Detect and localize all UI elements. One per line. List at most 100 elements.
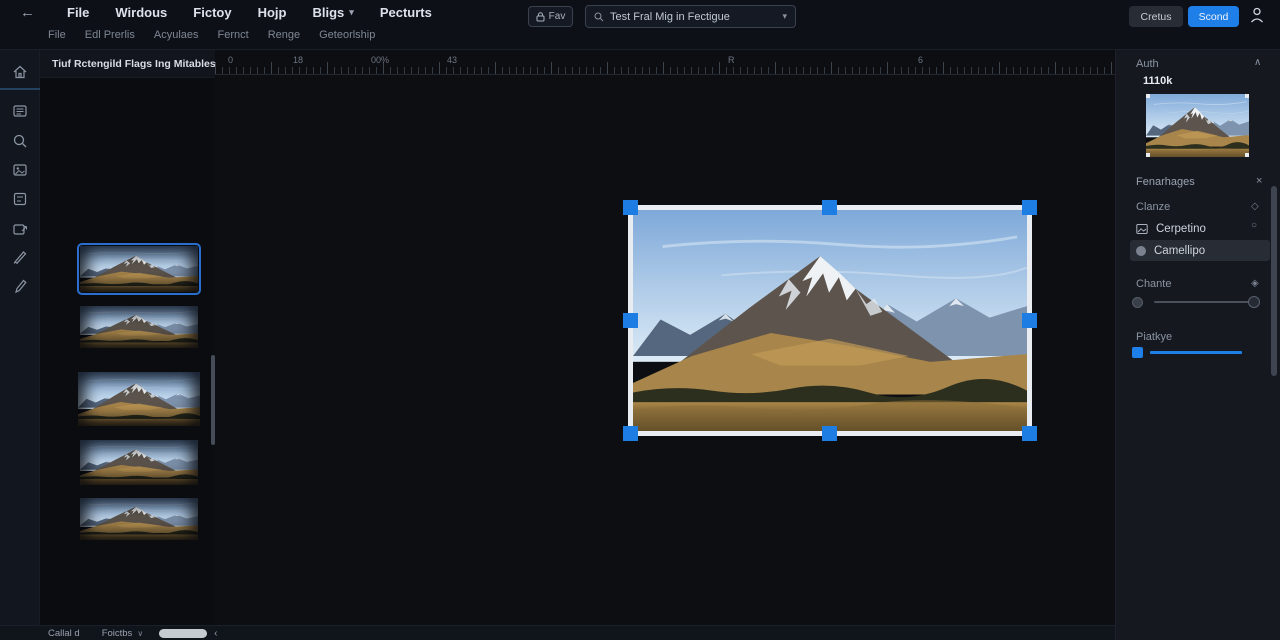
chevron-down-icon: ▾ [349,7,354,18]
lock-icon [536,12,545,22]
submenu-fernct[interactable]: Fernct [218,29,249,41]
blue-slider-track[interactable] [1150,351,1242,354]
submenu-renge[interactable]: Renge [268,29,300,41]
image-icon [1136,223,1148,235]
primary-menu-row: ← File Wirdous Fictoy Hojp Bligs ▾ Pectu… [14,4,432,21]
search-value: Test Fral Mig in Fectigue [610,11,776,23]
menu-bligs-label: Bligs [312,5,344,20]
group-options-icon[interactable]: ◇ [1251,201,1259,212]
resize-handle-top-left[interactable] [623,200,638,215]
send-button[interactable]: Scond [1188,6,1239,27]
resize-handle-bottom-middle[interactable] [822,426,837,441]
assets-panel-header: Tiuf Rctengild Flags Ing Mitables [40,50,215,78]
menu-wirdous[interactable]: Wirdous [115,5,167,20]
menu-pecturts[interactable]: Pecturts [380,5,432,20]
properties-panel: Auth ∧ 1110k Fenarhages × Clanze ◇ Cerpe… [1115,50,1280,640]
pen-icon[interactable] [11,277,29,295]
home-icon[interactable] [11,63,29,81]
image-icon[interactable] [11,161,29,179]
layers-icon[interactable] [11,102,29,120]
status-dropdown-label: Foictbs [102,628,133,639]
thumbnail-3[interactable] [78,372,200,426]
search-icon [594,12,604,22]
crop-corner-mark [1146,94,1150,98]
thumbnail-2[interactable] [80,306,198,348]
ruler-major-ticks [215,62,1115,74]
create-button[interactable]: Cretus [1129,6,1183,27]
group-options-icon[interactable]: ◈ [1251,278,1259,289]
size-label: 1110k [1143,75,1172,87]
status-bar: Callal d Foictbs ∨ ‹ [0,625,1115,640]
ruler-label: 18 [293,55,303,65]
slider-left-knob[interactable] [1132,297,1143,308]
zoom-slider[interactable] [159,629,207,638]
slider-right-knob[interactable] [1248,296,1260,308]
active-tool-indicator [0,88,40,90]
resize-handle-middle-left[interactable] [623,313,638,328]
status-label: Callal d [48,628,80,639]
secondary-menu-row: File Edl Prerlis Acyulaes Fernct Renge G… [48,29,375,41]
chevron-down-icon: ∨ [137,629,143,638]
search-dropdown[interactable]: Test Fral Mig in Fectigue ▾ [585,5,796,28]
menu-file[interactable]: File [67,5,89,20]
thumbnail-5[interactable] [80,498,198,540]
horizontal-ruler: 0 18 00% 43 R 6 [215,50,1115,75]
assets-panel-title: Tiuf Rctengild Flags Ing Mitables [52,58,216,70]
resize-handle-bottom-right[interactable] [1022,426,1037,441]
collapse-icon[interactable]: ‹ [214,628,217,639]
chevron-down-icon: ▾ [782,11,787,22]
slider-track[interactable] [1154,301,1250,303]
blue-slider-swatch[interactable] [1132,347,1143,358]
user-profile-icon[interactable] [1250,7,1264,23]
back-arrow-icon[interactable]: ← [14,4,41,21]
search-icon[interactable] [11,132,29,150]
blue-slider-group-title: Piatkye [1136,331,1172,343]
menu-hojp[interactable]: Hojp [258,5,287,20]
canvas-area[interactable]: 0 18 00% 43 R 6 [215,50,1115,625]
ruler-label: 6 [918,55,923,65]
resize-handle-middle-right[interactable] [1022,313,1037,328]
fav-button[interactable]: Fav [528,6,573,27]
thumbnail-1-selected[interactable] [80,246,198,292]
resize-handle-bottom-left[interactable] [623,426,638,441]
ruler-label: 00% [371,55,389,65]
submenu-edl-prerlis[interactable]: Edl Prerlis [85,29,135,41]
submenu-geteorlship[interactable]: Geteorlship [319,29,375,41]
layer-row-1[interactable]: Cerpetino [1130,219,1270,239]
ruler-label: 43 [447,55,457,65]
mountain-photo [633,210,1027,431]
close-icon[interactable]: × [1256,175,1262,187]
properties-header: Auth [1136,58,1159,70]
left-tool-rail [0,50,40,625]
submenu-acyulaes[interactable]: Acyulaes [154,29,199,41]
crop-corner-mark [1245,153,1249,157]
crop-corner-mark [1245,94,1249,98]
layer-label: Cerpetino [1156,223,1206,235]
status-dropdown[interactable]: Foictbs ∨ [102,628,143,639]
layers-group-title: Clanze [1136,201,1170,213]
document-icon[interactable] [11,190,29,208]
section-title: Fenarhages [1136,176,1195,188]
fav-label: Fav [549,11,566,22]
crop-corner-mark [1146,153,1150,157]
brush-icon[interactable] [11,248,29,266]
top-menu-bar: ← File Wirdous Fictoy Hojp Bligs ▾ Pectu… [0,0,1280,50]
layer-row-2-highlighted[interactable]: Camellipo [1130,240,1270,261]
submenu-file[interactable]: File [48,29,66,41]
menu-bligs[interactable]: Bligs ▾ [312,5,353,20]
preview-thumbnail[interactable] [1146,94,1249,157]
row-options-icon[interactable]: ○ [1251,220,1257,231]
slider-group-title: Chante [1136,278,1171,290]
assets-panel: Tiuf Rctengild Flags Ing Mitables [40,50,215,625]
resize-handle-top-right[interactable] [1022,200,1037,215]
menu-fictoy[interactable]: Fictoy [193,5,231,20]
thumbnail-4[interactable] [80,440,198,485]
right-panel-scrollbar[interactable] [1271,186,1277,376]
circle-icon [1136,246,1146,256]
selected-image[interactable] [628,205,1032,436]
ruler-label: R [728,55,735,65]
export-icon[interactable] [11,220,29,238]
layer-label: Camellipo [1154,245,1205,257]
resize-handle-top-middle[interactable] [822,200,837,215]
chevron-up-icon[interactable]: ∧ [1254,57,1261,68]
